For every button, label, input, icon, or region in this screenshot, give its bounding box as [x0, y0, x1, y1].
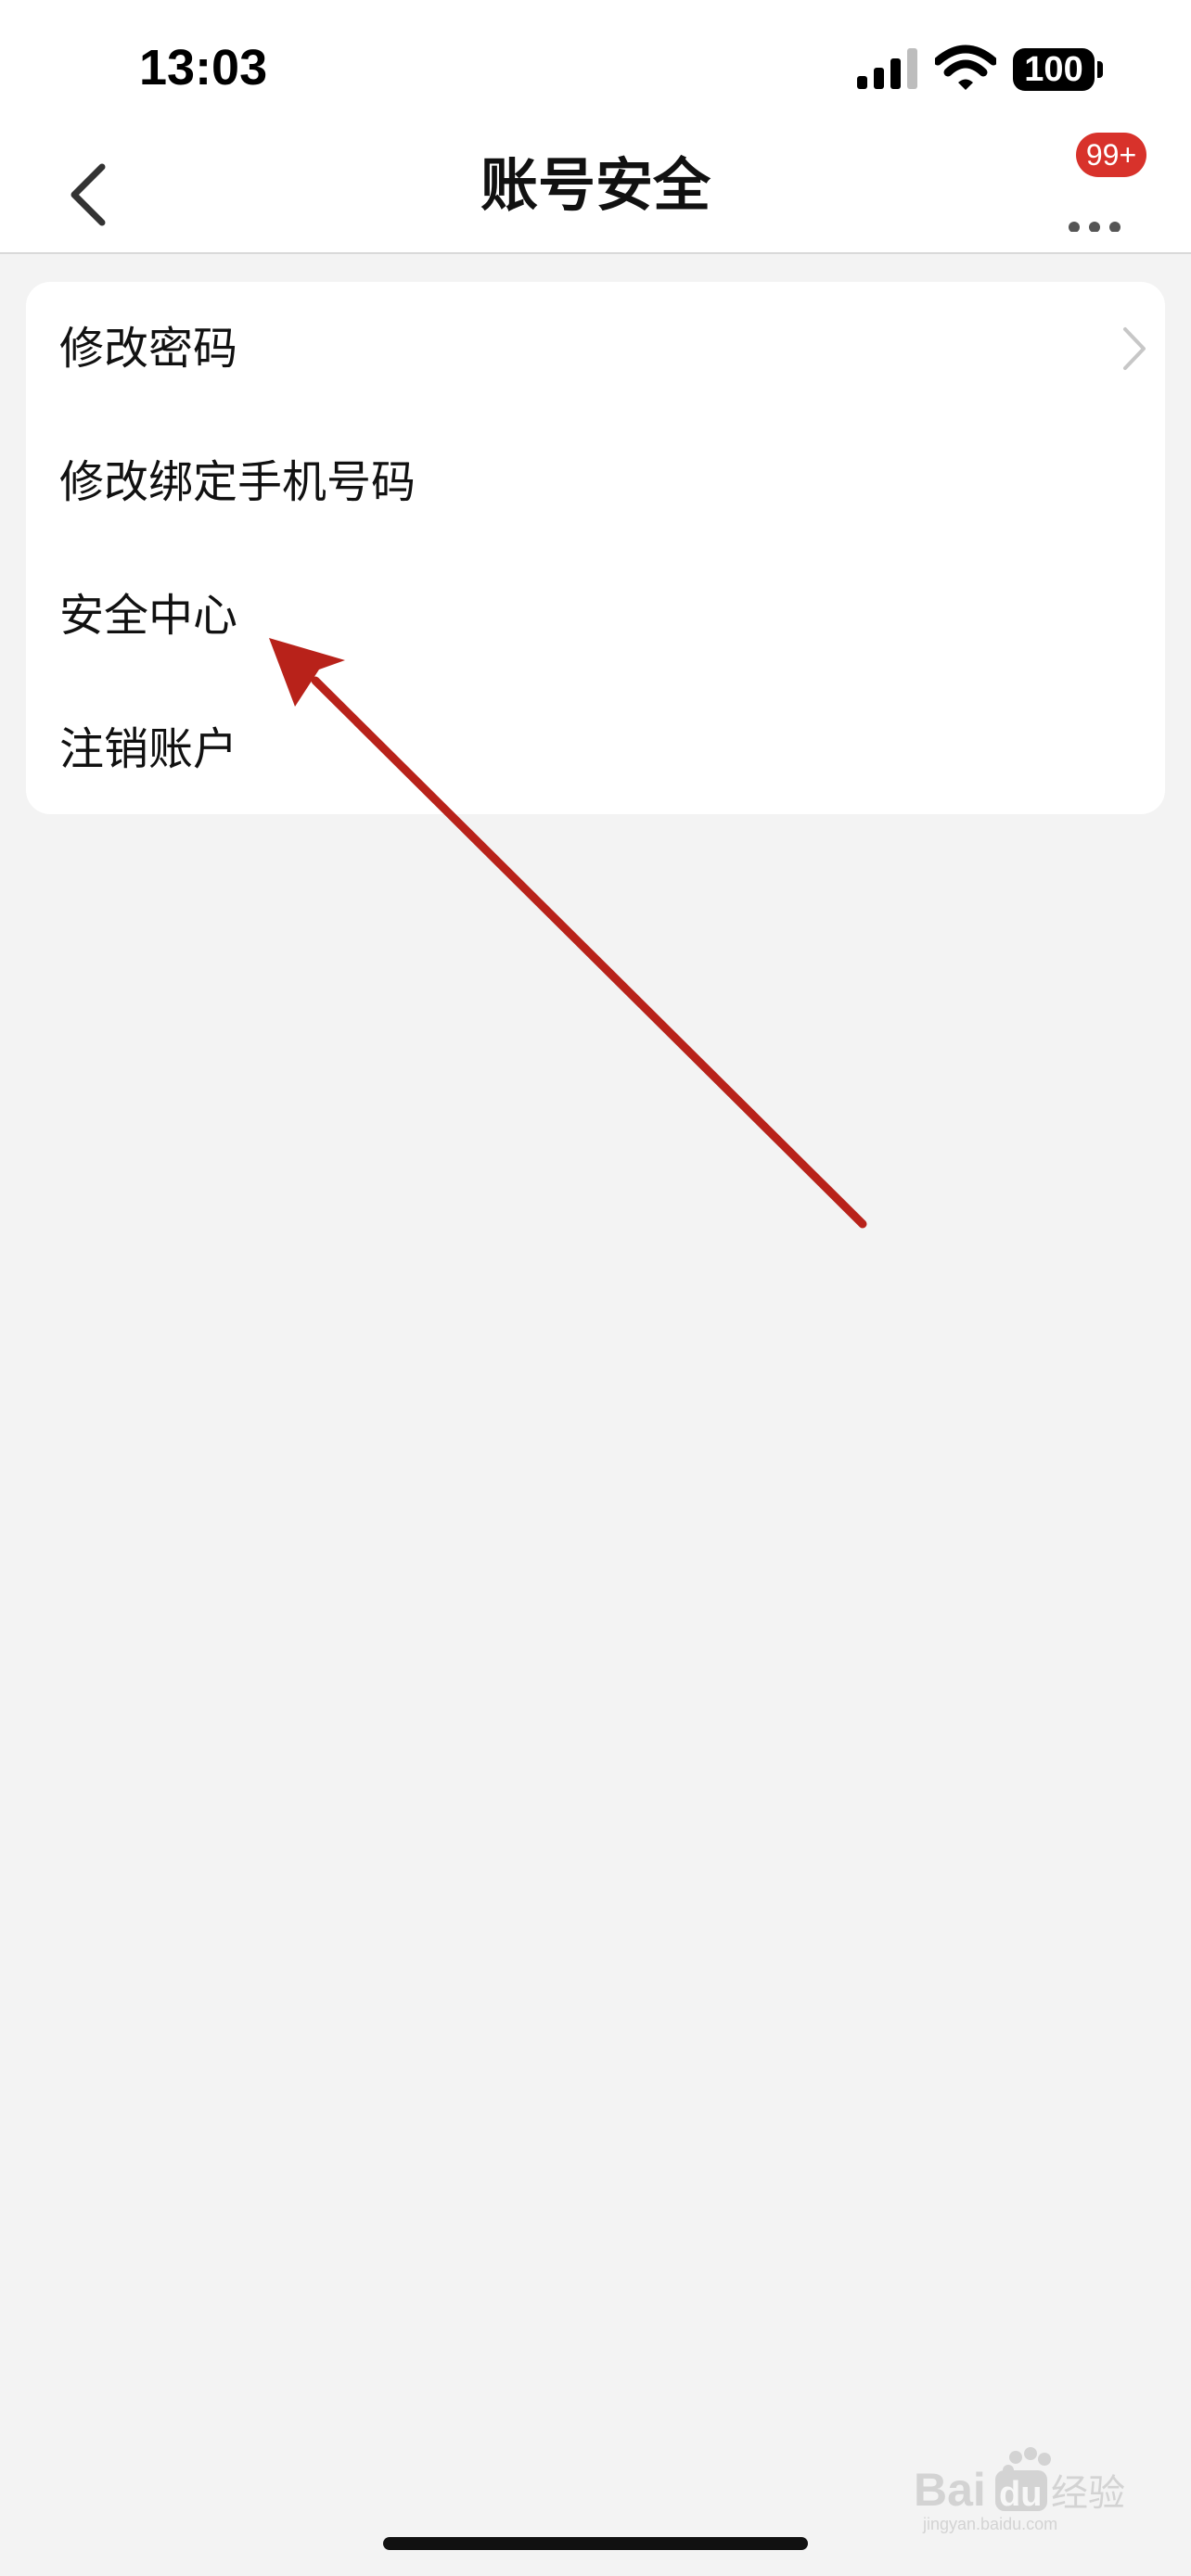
menu-item-label: 注销账户 — [59, 723, 238, 775]
chevron-right-icon — [1123, 327, 1146, 370]
page-title: 账号安全 — [480, 151, 711, 219]
svg-text:du: du — [999, 2475, 1042, 2514]
notification-badge: 99+ — [1076, 133, 1146, 177]
svg-text:Bai: Bai — [914, 2464, 986, 2516]
menu-item-security-center[interactable]: 安全中心 — [26, 549, 1165, 682]
menu-item-label: 修改绑定手机号码 — [59, 456, 416, 508]
menu-item-change-phone[interactable]: 修改绑定手机号码 — [26, 415, 1165, 549]
settings-card: 修改密码 修改绑定手机号码 安全中心 注销账户 — [26, 282, 1165, 814]
status-time: 13:03 — [139, 40, 268, 96]
menu-item-label: 安全中心 — [59, 590, 238, 642]
cellular-signal-icon — [857, 48, 917, 89]
battery-indicator: 100 — [1013, 48, 1095, 91]
baidu-watermark-logo: Bai du 经验 jingyan.baidu.com — [914, 2447, 1125, 2533]
menu-item-delete-account[interactable]: 注销账户 — [26, 682, 1165, 816]
battery-nub — [1097, 61, 1103, 78]
menu-item-change-password[interactable]: 修改密码 — [26, 282, 1165, 415]
svg-text:jingyan.baidu.com: jingyan.baidu.com — [922, 2515, 1057, 2533]
menu-item-label: 修改密码 — [59, 323, 238, 375]
navigation-bar: 账号安全 — [0, 130, 1191, 254]
home-indicator[interactable] — [383, 2537, 808, 2550]
wifi-icon — [935, 45, 996, 90]
svg-text:经验: 经验 — [1051, 2472, 1125, 2515]
status-bar: 13:03 100 — [0, 0, 1191, 130]
